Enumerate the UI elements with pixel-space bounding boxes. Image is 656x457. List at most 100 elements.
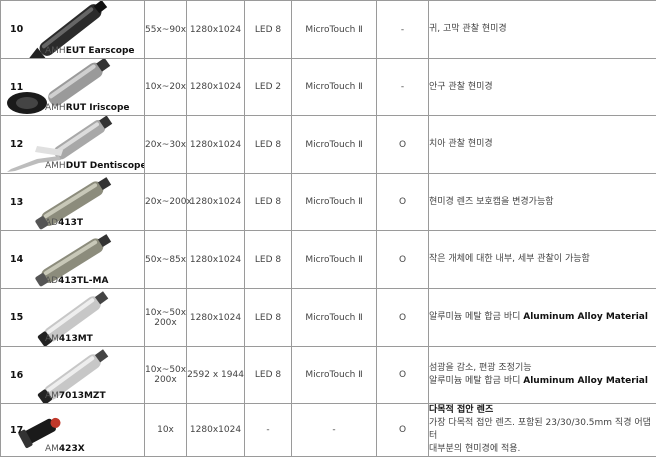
led-value: - [266, 425, 269, 435]
description-cell: 알루미늄 메탈 합금 바디 Aluminum Alloy Material [429, 289, 656, 347]
model-prefix: AMH [45, 103, 66, 113]
model-cell: 10 AMHEUT Earscope [1, 1, 145, 59]
model-code: DUT Dentiscope [66, 161, 145, 171]
description-cell: 다목적 접안 렌즈가장 다목적 접안 렌즈. 포함된 23/30/30.5mm … [429, 404, 656, 457]
microtouch-cell: MicroTouch Ⅱ [292, 1, 377, 59]
product-spec-table: 10AMHEUT Earscope55x~90x1280x1024LED 8Mi… [0, 0, 656, 457]
description-cell: 치아 관찰 현미경 [429, 116, 656, 174]
resolution-cell: 1280x1024 [187, 174, 245, 231]
microtouch-cell: MicroTouch Ⅱ [292, 289, 377, 347]
description-text: 대부분의 현미경에 적용. [429, 444, 520, 454]
model-cell: 16AM7013MZT [1, 347, 145, 404]
model-code: RUT Iriscope [66, 103, 130, 113]
description-text: 현미경 렌즈 보호캡을 변경가능함 [429, 197, 554, 207]
description-text: 안구 관찰 현미경 [429, 82, 493, 92]
model-name: AM423X [45, 444, 85, 454]
magnification-cell: 10x [145, 404, 187, 457]
description-text: 작은 개체에 대한 내부, 세부 관찰이 가능함 [429, 254, 590, 264]
model-name: AMHEUT Earscope [45, 46, 135, 56]
led-cell: LED 8 [245, 174, 292, 231]
microtouch-value: MicroTouch Ⅱ [305, 140, 362, 150]
microtouch-value: MicroTouch Ⅱ [305, 313, 362, 323]
row-number: 10 [10, 24, 23, 35]
description-line: 알루미늄 메탈 합금 바디 Aluminum Alloy Material [429, 311, 656, 324]
resolution-cell: 1280x1024 [187, 231, 245, 289]
resolution-cell: 1280x1024 [187, 289, 245, 347]
row-number: 13 [10, 197, 23, 208]
description-text: 가장 다목적 접안 렌즈. 포함된 23/30/30.5mm 직경 어댑터 [429, 418, 651, 441]
model-name: AD413TL-MA [45, 276, 108, 286]
magnification-cell: 20x~30x [145, 116, 187, 174]
description-text: 알루미늄 메탈 합금 바디 [429, 376, 523, 386]
model-name: AM413MT [45, 334, 93, 344]
resolution-value: 1280x1024 [190, 197, 241, 207]
description-text: 귀, 고막 관찰 현미경 [429, 24, 507, 34]
material-label: Aluminum Alloy Material [523, 376, 648, 386]
led-cell: LED 2 [245, 59, 292, 116]
table-row: 12AMHDUT Dentiscope20x~30x1280x1024LED 8… [1, 116, 656, 174]
option-mark: O [399, 140, 406, 150]
magnification-value: 200x [145, 375, 186, 385]
option-cell: - [377, 59, 429, 116]
option-mark: O [399, 313, 406, 323]
model-cell: 13 AD413T [1, 174, 145, 231]
table-row: 11AMHRUT Iriscope10x~20x 1280x1024 LED 2Mi… [1, 59, 656, 116]
model-prefix: AD [45, 276, 58, 286]
microtouch-cell: MicroTouch Ⅱ [292, 59, 377, 116]
model-name: AMHRUT Iriscope [45, 103, 130, 113]
resolution-value: 1280x1024 [190, 313, 241, 323]
led-cell: LED 8 [245, 231, 292, 289]
microtouch-value: MicroTouch Ⅱ [305, 255, 362, 265]
option-cell: O [377, 231, 429, 289]
description-line: 현미경 렌즈 보호캡을 변경가능함 [429, 196, 656, 209]
magnification-cell: 10x~50x200x [145, 347, 187, 404]
magnification-value: 10x~50x [145, 365, 186, 375]
model-cell: 11AMHRUT Iriscope [1, 59, 145, 116]
model-cell: 14AD413TL-MA [1, 231, 145, 289]
description-text: 치아 관찰 현미경 [429, 139, 493, 149]
magnification-cell: 50x~85x [145, 231, 187, 289]
magnification-value: 55x~90x [145, 25, 186, 35]
led-value: LED 8 [255, 255, 281, 265]
model-prefix: AM [45, 334, 59, 344]
model-name: AD413T [45, 218, 83, 228]
model-code: 413T [58, 218, 83, 228]
led-cell: LED 8 [245, 347, 292, 404]
option-mark: O [399, 197, 406, 207]
magnification-value: 10x~20x [145, 82, 186, 92]
option-cell: O [377, 289, 429, 347]
led-cell: LED 8 [245, 116, 292, 174]
resolution-value: 1280x1024 [190, 82, 241, 92]
resolution-cell: 1280x1024 [187, 404, 245, 457]
led-value: LED 8 [255, 197, 281, 207]
microtouch-cell: MicroTouch Ⅱ [292, 231, 377, 289]
description-cell: 섬광을 감소, 편광 조정기능알루미늄 메탈 합금 바디 Aluminum Al… [429, 347, 656, 404]
resolution-value: 1280x1024 [190, 255, 241, 265]
magnification-value: 20x~30x [145, 140, 186, 150]
resolution-cell: 1280x1024 [187, 59, 245, 116]
model-code: 423X [59, 444, 85, 454]
magnification-cell: 10x~50x200x [145, 289, 187, 347]
row-number: 12 [10, 139, 23, 150]
option-cell: O [377, 116, 429, 174]
model-prefix: AM [45, 444, 59, 454]
model-prefix: AD [45, 218, 58, 228]
microtouch-cell: - [292, 404, 377, 457]
option-cell: O [377, 174, 429, 231]
microtouch-value: MicroTouch Ⅱ [305, 197, 362, 207]
model-code: 413MT [59, 334, 93, 344]
table-row: 10AMHEUT Earscope55x~90x1280x1024LED 8Mi… [1, 1, 656, 59]
resolution-value: 1280x1024 [190, 425, 241, 435]
magnification-value: 20x~200x [145, 197, 186, 207]
magnification-value: 10x~50x [145, 308, 186, 318]
description-line: 알루미늄 메탈 합금 바디 Aluminum Alloy Material [429, 375, 656, 388]
model-cell: 17AM423X [1, 404, 145, 457]
resolution-value: 2592 x 1944 [187, 370, 244, 380]
description-cell: 안구 관찰 현미경 [429, 59, 656, 116]
model-name: AMHDUT Dentiscope [45, 161, 145, 171]
magnification-cell: 55x~90x [145, 1, 187, 59]
microtouch-value: MicroTouch Ⅱ [305, 25, 362, 35]
table-body: 10AMHEUT Earscope55x~90x1280x1024LED 8Mi… [1, 1, 656, 457]
model-code: EUT Earscope [66, 46, 135, 56]
description-cell: 현미경 렌즈 보호캡을 변경가능함 [429, 174, 656, 231]
